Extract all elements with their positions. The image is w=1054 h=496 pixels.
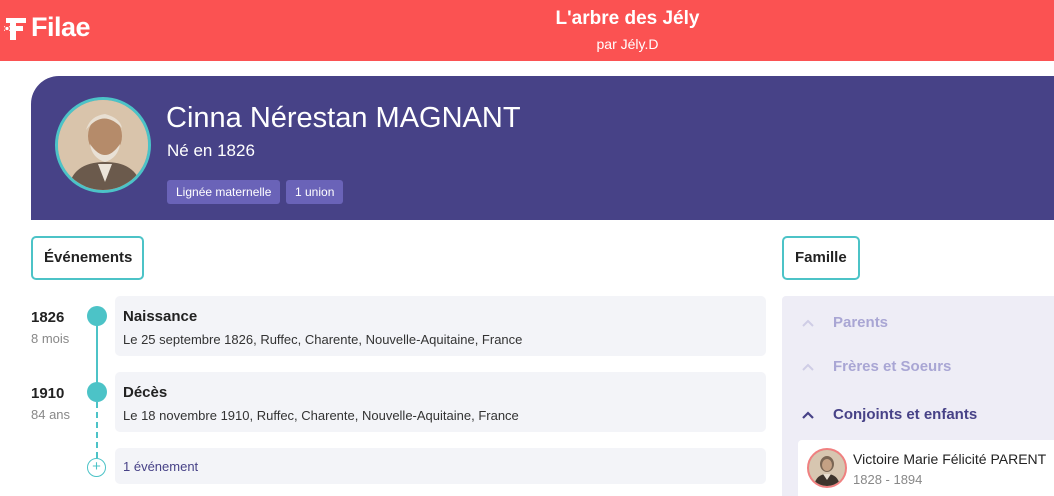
person-header: Cinna Nérestan MAGNANT Né en 1826 Lignée… [31, 76, 1054, 220]
tab-family[interactable]: Famille [782, 236, 860, 280]
tree-title[interactable]: L'arbre des Jély [0, 8, 1054, 30]
family-section-label: Conjoints et enfants [833, 406, 978, 423]
person-name: Cinna Nérestan MAGNANT [166, 102, 521, 134]
event-year: 1826 [31, 309, 65, 326]
event-year: 1910 [31, 385, 65, 402]
event-age: 8 mois [31, 331, 70, 346]
person-avatar[interactable] [55, 97, 151, 193]
person-birth: Né en 1826 [167, 141, 255, 160]
event-title: Décès [123, 384, 168, 401]
event-detail: Le 18 novembre 1910, Ruffec, Charente, N… [123, 408, 519, 423]
timeline-line [96, 316, 98, 392]
timeline-dashed-line [96, 402, 98, 458]
family-section-label: Frères et Soeurs [833, 358, 952, 375]
spouse-avatar [807, 448, 847, 488]
family-section-siblings[interactable]: Frères et Soeurs [782, 356, 1054, 380]
portrait-photo-icon [58, 100, 148, 190]
portrait-photo-icon [809, 450, 845, 486]
more-events-button[interactable]: 1 événement [115, 448, 766, 484]
add-event-icon[interactable]: + [87, 458, 106, 477]
lineage-badge: Lignée maternelle [167, 180, 281, 204]
family-section-parents[interactable]: Parents [782, 312, 1054, 336]
event-age: 84 ans [31, 407, 71, 422]
family-panel: Parents Frères et Soeurs Conjoints et en… [782, 296, 1054, 496]
timeline-dot [87, 382, 107, 402]
chevron-up-icon [802, 363, 814, 371]
union-count-badge: 1 union [286, 180, 344, 204]
chevron-up-icon [802, 319, 814, 327]
spouse-name: Victoire Marie Félicité PARENT [853, 451, 1047, 467]
event-title: Naissance [123, 308, 198, 325]
family-section-label: Parents [833, 314, 889, 331]
timeline-dot [87, 306, 107, 326]
tree-author: par Jély.D [596, 36, 659, 52]
spouse-dates: 1828 - 1894 [853, 472, 923, 487]
event-card-birth[interactable]: Naissance Le 25 septembre 1826, Ruffec, … [115, 296, 766, 356]
event-detail: Le 25 septembre 1826, Ruffec, Charente, … [123, 332, 523, 347]
top-bar: Filae L'arbre des Jély par Jély.D [0, 0, 1054, 61]
family-section-spouses[interactable]: Conjoints et enfants [782, 404, 1054, 428]
chevron-up-icon [802, 411, 814, 419]
event-card-death[interactable]: Décès Le 18 novembre 1910, Ruffec, Chare… [115, 372, 766, 432]
spouse-card[interactable]: Victoire Marie Félicité PARENT 1828 - 18… [798, 440, 1054, 496]
more-events-label: 1 événement [123, 459, 199, 474]
tab-events[interactable]: Événements [31, 236, 144, 280]
